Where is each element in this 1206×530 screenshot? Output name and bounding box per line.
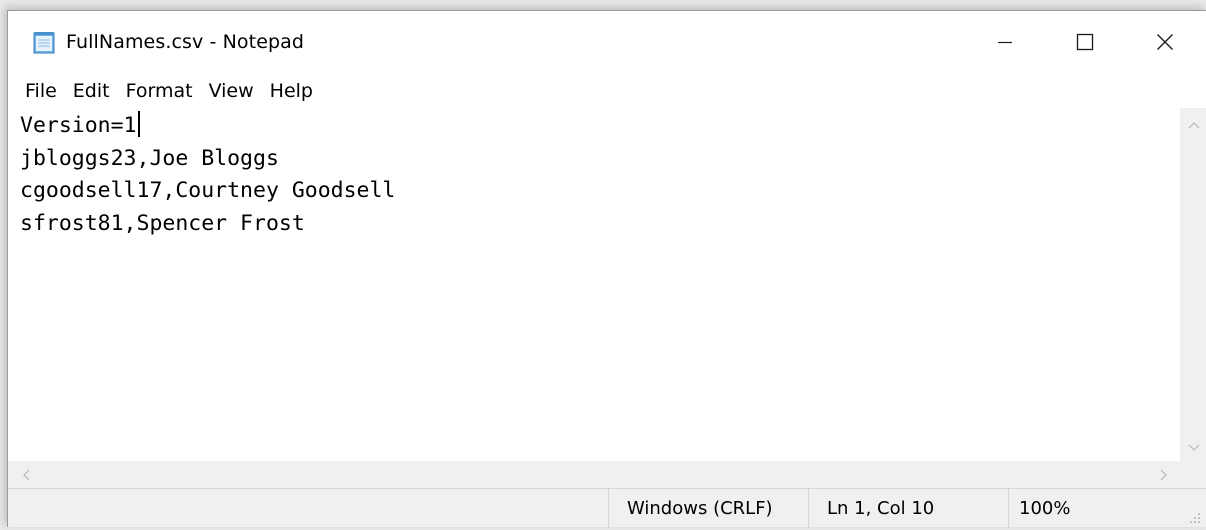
scroll-down-button[interactable] — [1180, 434, 1206, 461]
close-button[interactable] — [1125, 11, 1205, 73]
resize-grip-icon[interactable] — [1186, 509, 1202, 525]
text-line: sfrost81,Spencer Frost — [20, 210, 305, 236]
zoom-status: 100% — [1008, 489, 1178, 527]
maximize-icon — [1076, 33, 1094, 51]
minimize-button[interactable] — [965, 11, 1045, 73]
chevron-up-icon — [1188, 121, 1199, 128]
notepad-icon[interactable] — [31, 31, 57, 55]
document-text[interactable]: Version=1 jbloggs23,Joe Bloggs cgoodsell… — [20, 110, 395, 240]
maximize-button[interactable] — [1045, 11, 1125, 73]
menu-bar: File Edit Format View Help — [8, 74, 1206, 108]
close-icon — [1157, 34, 1173, 50]
scrollbar-corner — [1180, 461, 1206, 488]
menu-view[interactable]: View — [201, 76, 262, 106]
horizontal-scrollbar[interactable] — [8, 461, 1180, 488]
menu-edit[interactable]: Edit — [65, 76, 118, 106]
cursor-position-status: Ln 1, Col 10 — [808, 489, 1008, 527]
line-ending-status: Windows (CRLF) — [608, 489, 808, 527]
menu-help[interactable]: Help — [262, 76, 321, 106]
scroll-up-button[interactable] — [1180, 111, 1206, 138]
text-line: cgoodsell17,Courtney Goodsell — [20, 178, 396, 203]
text-caret — [137, 111, 140, 137]
chevron-right-icon — [1160, 469, 1167, 480]
window-title: FullNames.csv - Notepad — [66, 31, 305, 53]
chevron-left-icon — [22, 469, 29, 480]
menu-format[interactable]: Format — [118, 76, 201, 106]
notepad-window: FullNames.csv - Notepad File Edit Format… — [7, 10, 1206, 527]
scroll-right-button[interactable] — [1150, 461, 1177, 488]
minimize-icon — [998, 41, 1012, 44]
title-bar[interactable]: FullNames.csv - Notepad — [8, 11, 1206, 73]
status-bar: Windows (CRLF) Ln 1, Col 10 100% — [8, 488, 1206, 527]
vertical-scrollbar[interactable] — [1180, 108, 1206, 461]
text-line: Version=1 — [20, 113, 137, 138]
text-line: jbloggs23,Joe Bloggs — [20, 145, 279, 171]
chevron-down-icon — [1188, 444, 1199, 451]
menu-file[interactable]: File — [17, 76, 65, 106]
scroll-left-button[interactable] — [12, 461, 39, 488]
text-editor[interactable]: Version=1 jbloggs23,Joe Bloggs cgoodsell… — [8, 108, 1180, 461]
